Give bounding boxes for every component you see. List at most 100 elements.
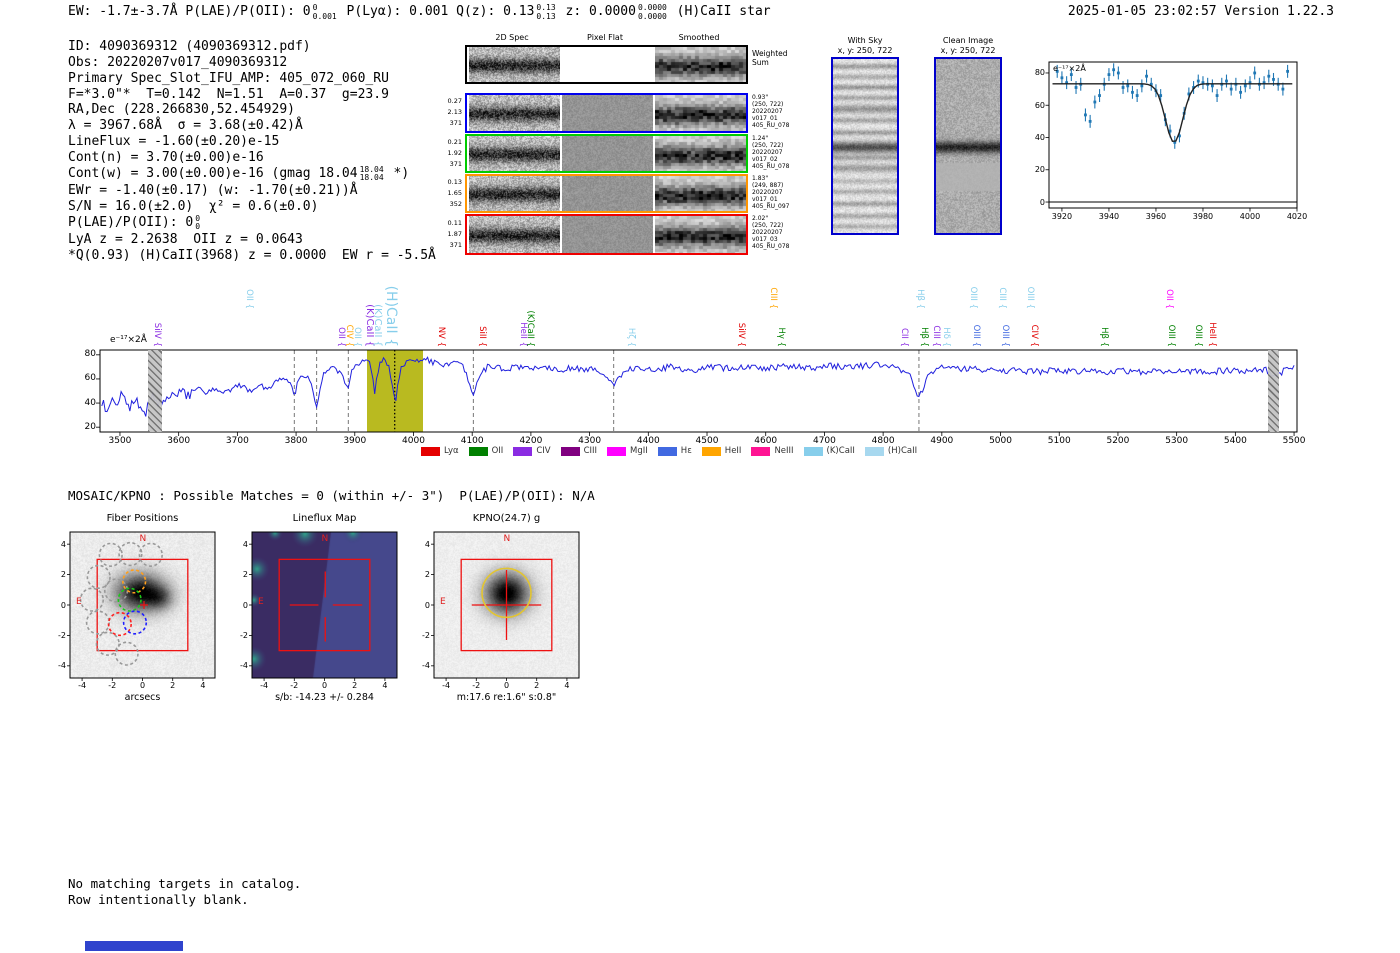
legend-item: (K)CaII [804, 446, 855, 456]
inset-fit-curve [1053, 84, 1293, 142]
inset-y-tick-label: 80 [1023, 68, 1045, 77]
spectrum-x-tick-label: 4300 [578, 436, 601, 446]
text-run: z: 0.0000 [558, 4, 636, 19]
legend-swatch [751, 447, 770, 456]
line-marker-Hζ: Hζ { [626, 328, 636, 347]
inset-frame [1049, 62, 1297, 208]
spec2d-cell-spec [469, 47, 560, 82]
spec2d-row [465, 93, 748, 133]
legend-item: MgII [607, 446, 648, 456]
inset-data-point [1258, 83, 1261, 86]
stat-value: 1.87 [430, 229, 462, 240]
cutout-xlabel: arcsecs [125, 692, 161, 703]
spectrum-y-tick-label: 20 [68, 422, 96, 432]
cutout-x-tick-label: 0 [322, 681, 327, 690]
cutout-x-tick-label: 4 [200, 681, 205, 690]
info-line: ID: 4090369312 (4090369312.pdf) [68, 39, 436, 55]
legend-swatch [865, 447, 884, 456]
cutout-x-tick-label: -2 [472, 681, 480, 690]
inset-data-point [1079, 83, 1082, 86]
meta-value: 1.24" [752, 135, 789, 142]
spec2d-row-meta: 2.02"(250, 722)20220207v017_03405_RU_078 [752, 215, 789, 250]
spec2d-row-stats: 0.211.92371 [430, 137, 462, 170]
spec2d-row-meta: 1.83"(249, 887)20220207v017_01405_RU_097 [752, 175, 789, 210]
line-marker-KCaII: (K)CaII { [372, 304, 383, 347]
inset-data-point [1075, 86, 1078, 89]
cutout-image-1 [252, 532, 397, 678]
meta-value: v017_01 [752, 196, 789, 203]
inset-data-point [1173, 141, 1176, 144]
spectrum-y-tick-label: 40 [68, 398, 96, 408]
inset-data-point [1216, 94, 1219, 97]
stat-value: 0.11 [430, 218, 462, 229]
inset-data-point [1155, 89, 1158, 92]
spectrum-x-tick-label: 3900 [343, 436, 366, 446]
cutout-y-tick-label: 0 [412, 601, 430, 610]
spectrum-frame [100, 350, 1297, 432]
cutout-y-tick-label: 4 [230, 540, 248, 549]
inset-data-point [1249, 81, 1252, 84]
inset-data-point [1187, 93, 1190, 96]
meta-value: v017_03 [752, 236, 789, 243]
inset-data-point [1061, 76, 1064, 79]
legend-item: OII [469, 446, 504, 456]
elixer-detection-report: EW: -1.7±-3.7Å P(LAE)/P(OII): 000.001 P(… [0, 0, 1400, 953]
catalog-footer: No matching targets in catalog.Row inten… [68, 876, 301, 907]
line-marker-Hβ: Hβ { [919, 327, 929, 347]
cutout-y-tick-label: -4 [230, 661, 248, 670]
inset-y-tick-label: 0 [1023, 198, 1045, 207]
legend-label: (H)CaII [888, 446, 917, 456]
value-stack: 0.00000.0000 [638, 4, 667, 21]
spectrum-x-tick-label: 3600 [167, 436, 190, 446]
text-run: RA,Dec (228.266830,52.454929) [68, 102, 295, 117]
inset-x-tick-label: 3980 [1193, 212, 1213, 221]
stack-sub: 0 [195, 223, 200, 232]
inset-data-point [1234, 83, 1237, 86]
info-line: Cont(w) = 3.00(±0.00)e-16 (gmag 18.0418.… [68, 166, 436, 183]
cutout-y-tick-label: 2 [48, 570, 66, 579]
cutout-y-tick-label: 0 [48, 601, 66, 610]
spectrum-x-tick-label: 4900 [930, 436, 953, 446]
spectrum-x-tick-label: 5400 [1224, 436, 1247, 446]
spectrum-x-tick-label: 5300 [1165, 436, 1188, 446]
spec2d-row [465, 174, 748, 213]
info-line: RA,Dec (228.266830,52.454929) [68, 102, 436, 118]
spec2d-cell-smoothed [655, 95, 746, 131]
cutout-x-tick-label: -4 [442, 681, 450, 690]
cutout-y-tick-label: -4 [412, 661, 430, 670]
inset-x-tick-label: 3960 [1146, 212, 1166, 221]
inset-data-point [1253, 72, 1256, 75]
cutout-x-tick-label: -2 [108, 681, 116, 690]
spectrum-x-tick-label: 5100 [1048, 436, 1071, 446]
text-run: Cont(n) = 3.70(±0.00)e-16 [68, 150, 264, 165]
legend-item: CIII [561, 446, 597, 456]
cutout-x-tick-label: -4 [78, 681, 86, 690]
line-marker-Hβ: Hβ { [915, 289, 925, 309]
stat-value: 371 [430, 240, 462, 251]
summary-header: EW: -1.7±-3.7Å P(LAE)/P(OII): 000.001 P(… [68, 4, 771, 21]
line-marker-KCaII: (K)CaII { [525, 311, 535, 347]
inset-y-tick-label: 40 [1023, 133, 1045, 142]
info-line: Primary Spec_Slot_IFU_AMP: 405_072_060_R… [68, 71, 436, 87]
inset-data-point [1084, 114, 1087, 117]
cutout-image-2 [434, 532, 579, 678]
spec2d-row [465, 134, 748, 173]
classification-confidence-bar [85, 941, 183, 951]
sky-panel-title: Clean Image [943, 36, 993, 45]
spec2d-cell-flat [562, 216, 653, 253]
meta-value: 405_RU_078 [752, 163, 789, 170]
compass-east-label: E [258, 597, 264, 607]
inset-data-point [1183, 112, 1186, 115]
info-line: *Q(0.93) (H)CaII(3968) z = 0.0000 EW r =… [68, 248, 436, 264]
value-stack: 18.0418.04 [360, 166, 384, 183]
spectrum-x-tick-label: 4100 [461, 436, 484, 446]
spectrum-x-tick-label: 4800 [872, 436, 895, 446]
inset-data-point [1206, 83, 1209, 86]
legend-label: MgII [630, 446, 648, 456]
inset-x-tick-label: 3940 [1099, 212, 1119, 221]
meta-value: 405_RU_097 [752, 203, 789, 210]
stack-sub: 0.13 [536, 13, 555, 22]
cutout-y-tick-label: 2 [230, 570, 248, 579]
spectrum-x-tick-label: 4200 [519, 436, 542, 446]
mosaic-status-line: MOSAIC/KPNO : Possible Matches = 0 (with… [68, 488, 595, 503]
